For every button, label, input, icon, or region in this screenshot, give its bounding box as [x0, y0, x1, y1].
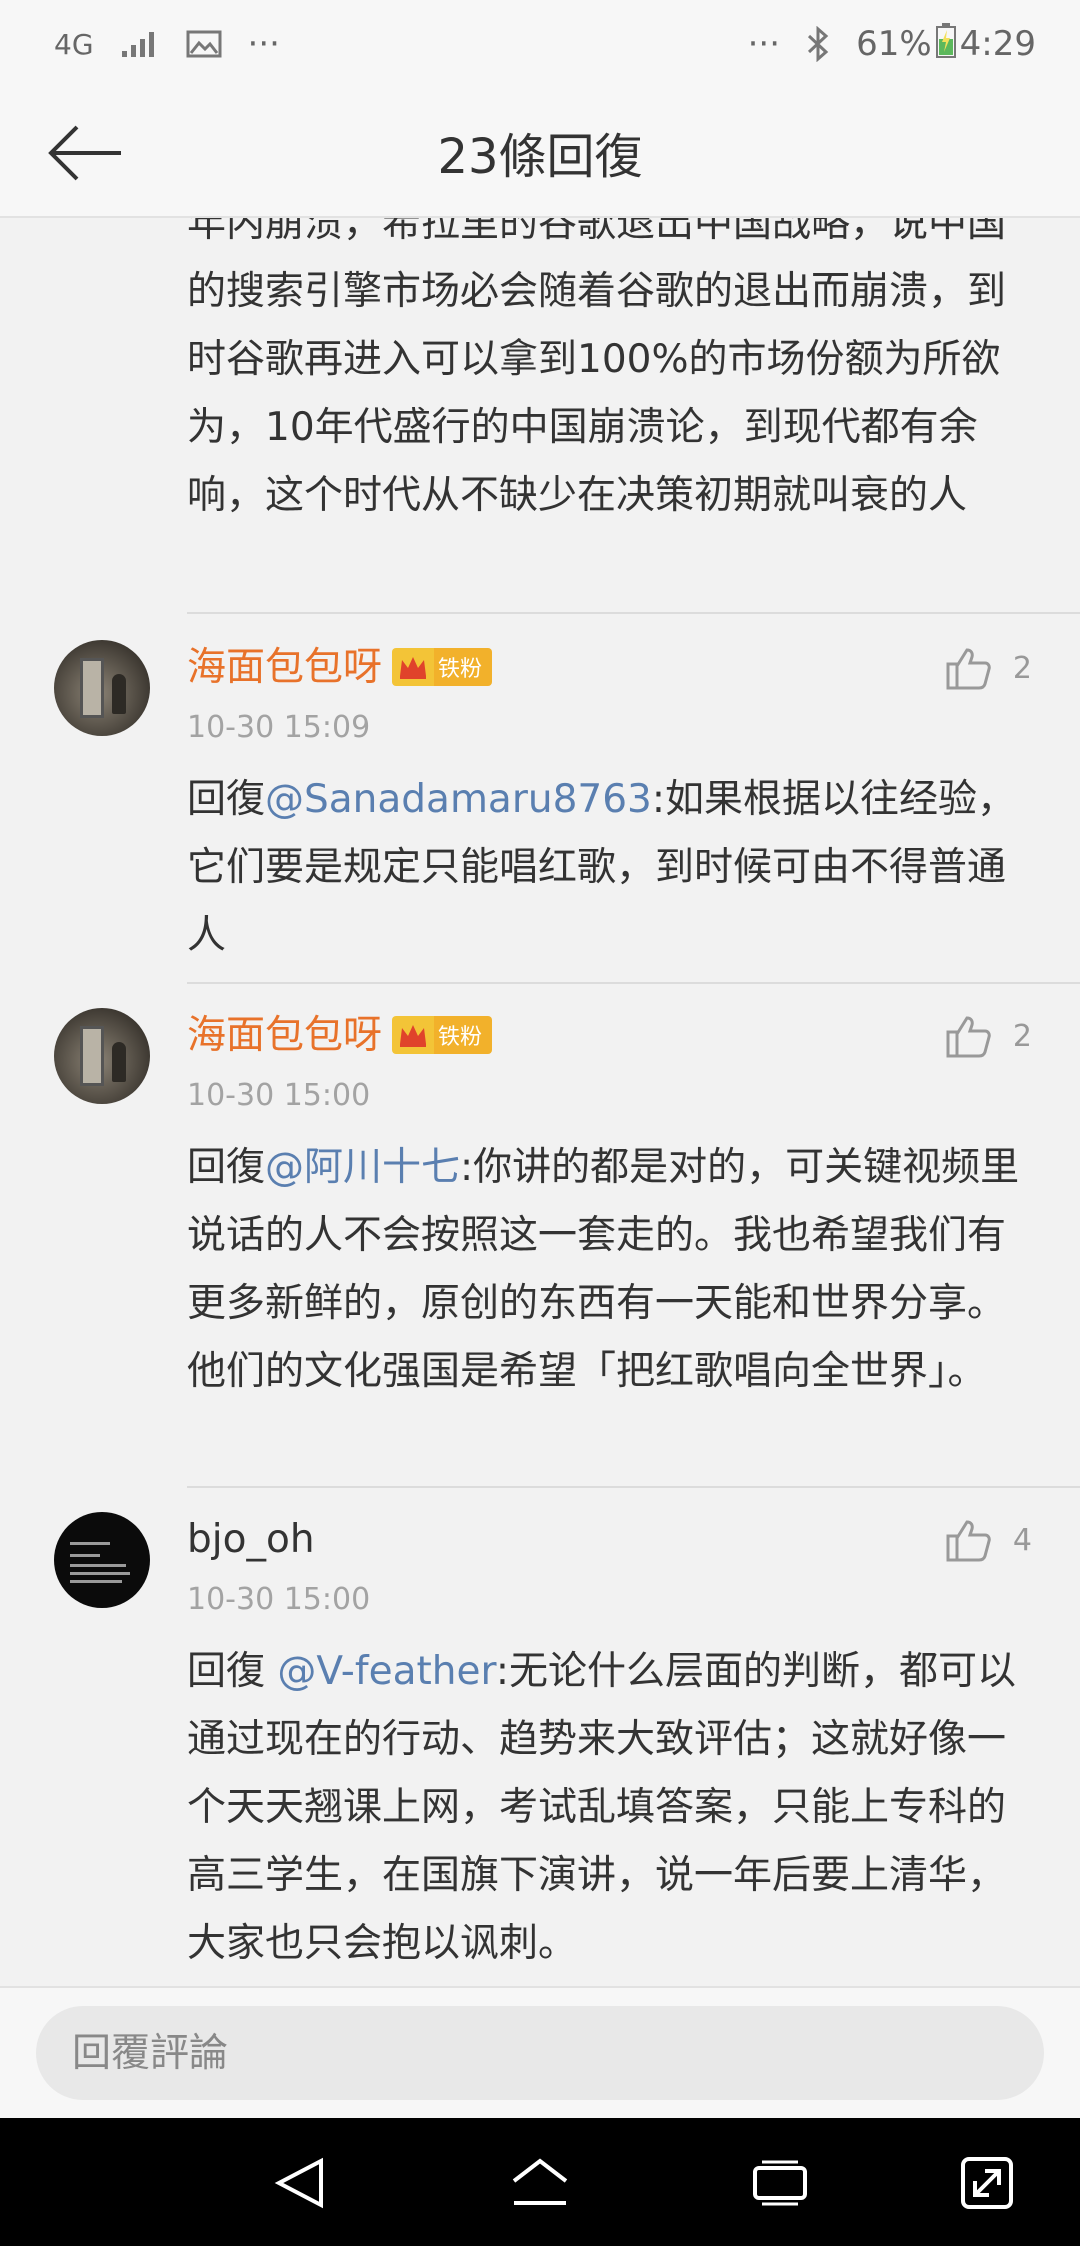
- previous-comment-text: 年内崩溃，希拉里的谷歌退出中国战略，说中国的搜索引擎市场必会随着谷歌的退出而崩溃…: [187, 218, 1007, 518]
- avatar[interactable]: [54, 640, 150, 736]
- reply-prefix: 回復: [187, 777, 266, 822]
- battery-icon: [935, 22, 956, 67]
- username[interactable]: 海面包包呀: [187, 640, 382, 696]
- badge-label: 铁粉: [434, 1016, 493, 1054]
- crown-icon: [392, 648, 434, 686]
- thumbs-up-icon: [946, 1016, 991, 1058]
- thumbs-up-icon: [946, 648, 991, 690]
- badge-label: 铁粉: [434, 648, 493, 686]
- home-icon: [512, 2158, 568, 2205]
- reply-bar: [0, 1986, 1080, 2118]
- like-count: 2: [1012, 1018, 1032, 1054]
- clock: 4:29: [959, 24, 1036, 64]
- like-button[interactable]: 4: [945, 1518, 1032, 1562]
- comment-body: :无论什么层面的判断，都可以通过现在的行动、趋势来大致评估；这就好像一个天天翘课…: [187, 1649, 1016, 1966]
- mention-link[interactable]: @阿川十七: [265, 1145, 460, 1190]
- reply-input[interactable]: [36, 2006, 1044, 2100]
- comment-list[interactable]: 年内崩溃，希拉里的谷歌退出中国战略，说中国的搜索引擎市场必会随着谷歌的退出而崩溃…: [0, 218, 1080, 1986]
- comment-text: 回復@阿川十七:你讲的都是对的，可关键视频里说话的人不会按照这一套走的。我也希望…: [187, 1134, 1027, 1406]
- more-notifications-icon: ···: [247, 24, 280, 64]
- top-bar: 23條回復: [0, 88, 1080, 218]
- comment-text: 回復 @V-feather:无论什么层面的判断，都可以通过现在的行动、趋势来大致…: [187, 1638, 1027, 1978]
- thumbs-up-icon: [946, 1520, 991, 1562]
- fan-badge: 铁粉: [392, 1016, 493, 1054]
- page-title: 23條回復: [437, 129, 643, 185]
- mention-link[interactable]: @V-feather: [277, 1649, 495, 1694]
- image-icon: [186, 29, 222, 59]
- nav-recents-button[interactable]: [745, 2148, 815, 2218]
- battery-percent: 61%: [856, 24, 932, 64]
- nav-back-button[interactable]: [266, 2148, 336, 2218]
- like-button[interactable]: 2: [945, 646, 1032, 690]
- reply-prefix: 回復: [187, 1649, 278, 1694]
- comment-time: 10-30 15:00: [187, 1078, 371, 1113]
- reply-prefix: 回復: [187, 1145, 266, 1190]
- network-type: 4G: [54, 27, 94, 61]
- like-count: 2: [1012, 650, 1032, 686]
- mention-link[interactable]: @Sanadamaru8763: [265, 777, 652, 822]
- comment-time: 10-30 15:09: [187, 710, 371, 745]
- system-nav-bar: [0, 2118, 1080, 2246]
- avatar[interactable]: [54, 1008, 150, 1104]
- signal-icon: [120, 29, 160, 59]
- like-count: 4: [1012, 1522, 1032, 1558]
- nav-expand-button[interactable]: [952, 2148, 1022, 2218]
- avatar-line: [70, 1564, 126, 1567]
- comment-text: 回復@Sanadamaru8763:如果根据以往经验，它们要是规定只能唱红歌，到…: [187, 766, 1027, 970]
- fan-badge: 铁粉: [392, 648, 493, 686]
- avatar-line: [70, 1572, 130, 1575]
- divider: [187, 982, 1080, 984]
- divider: [187, 1486, 1080, 1488]
- username[interactable]: 海面包包呀: [187, 1008, 382, 1064]
- username[interactable]: bjo_oh: [187, 1512, 315, 1568]
- avatar-line: [70, 1580, 122, 1583]
- recents-icon: [753, 2160, 807, 2206]
- comment-time: 10-30 15:00: [187, 1582, 371, 1617]
- avatar-line: [70, 1554, 100, 1557]
- divider: [187, 612, 1080, 614]
- expand-icon: [961, 2157, 1013, 2209]
- avatar[interactable]: [54, 1512, 150, 1608]
- avatar-line: [70, 1542, 110, 1545]
- triangle-back-icon: [274, 2157, 323, 2209]
- nav-home-button[interactable]: [505, 2148, 575, 2218]
- like-button[interactable]: 2: [945, 1014, 1032, 1058]
- crown-icon: [392, 1016, 434, 1054]
- status-bar: 4G ··· ··· 61% 4:29: [0, 0, 1080, 88]
- bluetooth-icon: [806, 26, 830, 62]
- more-status-icon: ···: [747, 24, 781, 64]
